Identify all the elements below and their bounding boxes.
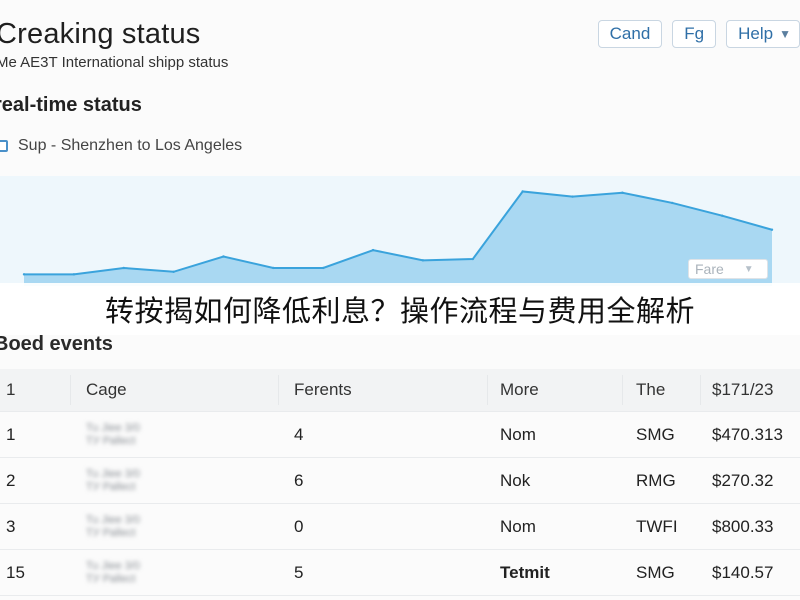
column-header-id[interactable]: 1 [6, 369, 15, 411]
data-point [222, 255, 225, 258]
data-point [322, 266, 325, 270]
row-cage: Tu Jiee 3/0 ТУ Раllect [86, 504, 140, 549]
table-row[interactable]: 2 Tu Jiee 3/0 ТУ Раllect 6 Nok RMG $270.… [0, 458, 800, 504]
column-divider [278, 375, 279, 405]
row-the: RMG [636, 470, 676, 490]
row-id: 2 [6, 470, 16, 490]
help-button[interactable]: Help ▼ [726, 20, 800, 48]
checkbox-icon[interactable] [0, 140, 8, 152]
row-cage: Tu Jiee 3/0 ТУ Раllect [86, 458, 140, 503]
fare-select-label: Fare [695, 261, 724, 277]
cage-line-2: ТУ Раllect [86, 572, 136, 585]
data-point [621, 191, 624, 194]
fare-select[interactable]: Fare ▼ [688, 259, 768, 279]
data-point [671, 201, 674, 205]
column-header-ferents[interactable]: Ferents [294, 369, 352, 411]
column-header-amount[interactable]: $171/23 [712, 369, 773, 411]
events-section-title: Boed events [0, 333, 113, 355]
column-divider [70, 375, 71, 405]
column-header-cage[interactable]: Cage [86, 369, 127, 411]
chevron-down-icon: ▼ [743, 263, 754, 275]
toolbar: Cand Fg Help ▼ [597, 20, 800, 48]
page-subtitle: Me AE3T International shipp status [0, 54, 229, 71]
row-the: SMG [636, 424, 675, 444]
realtime-section-title: real-time status [0, 94, 142, 116]
table-row[interactable]: 3 Tu Jiee 3/0 ТУ Раllect 0 Nom TWFI $800… [0, 504, 800, 550]
data-point [72, 273, 76, 276]
row-cage: Tu Jiee 3/0 ТУ Раllect [86, 412, 140, 457]
area-chart-svg [0, 176, 800, 286]
overlay-banner: 转按揭如何降低利息？操作流程与费用全解析 [0, 283, 800, 335]
row-amount: $470.313 [712, 424, 783, 444]
cage-line-1: Tu Jiee 3/0 [86, 513, 141, 526]
row-amount: $800.33 [712, 516, 774, 536]
events-table: 1 Cage Ferents More The $171/23 1 Tu Jie… [0, 369, 800, 596]
data-point [22, 273, 26, 276]
cand-button[interactable]: Cand [597, 20, 663, 48]
row-ferents: 4 [294, 424, 304, 444]
help-button-label: Help [738, 24, 774, 43]
data-point [521, 190, 524, 193]
tracking-page: Creaking status Me AE3T International sh… [0, 0, 800, 600]
data-point [720, 214, 724, 217]
row-cage: Tu Jiee 3/0 ТУ Раllect [86, 550, 140, 595]
row-the: TWFI [636, 516, 678, 536]
chevron-down-icon: ▼ [779, 27, 791, 41]
row-more: Nom [500, 516, 536, 536]
cand-button-label: Cand [609, 24, 651, 43]
table-row[interactable]: 15 Tu Jiee 3/0 ТУ Раllect 5 Tetmit SMG $… [0, 550, 800, 596]
row-more: Nom [500, 424, 536, 444]
row-ferents: 5 [294, 562, 304, 582]
row-amount: $140.57 [712, 562, 774, 582]
row-id: 1 [6, 424, 16, 444]
row-ferents: 0 [294, 516, 304, 536]
data-point [122, 266, 125, 270]
data-point [770, 228, 774, 231]
row-ferents: 6 [294, 470, 304, 490]
data-point [471, 257, 474, 261]
fg-button[interactable]: Fg [672, 20, 717, 48]
column-header-the[interactable]: The [636, 369, 665, 411]
cage-line-1: Tu Jiee 3/0 [86, 421, 141, 434]
cage-line-2: ТУ Раllect [86, 480, 136, 493]
row-id: 15 [6, 562, 25, 582]
row-more: Tetmit [500, 562, 550, 582]
cage-line-1: Tu Jiee 3/0 [86, 467, 141, 480]
column-divider [487, 375, 488, 405]
column-divider [622, 375, 623, 405]
column-divider [700, 375, 701, 405]
route-label: Sup - Shenzhen to Los Angeles [18, 137, 243, 154]
fg-button-label: Fg [684, 24, 705, 43]
column-header-more[interactable]: More [500, 369, 539, 411]
data-point [371, 248, 375, 252]
data-point [421, 259, 425, 262]
route-filter: Sup - Shenzhen to Los Angeles [0, 137, 242, 155]
data-point [272, 266, 275, 270]
status-chart [0, 176, 800, 286]
cage-line-1: Tu Jiee 3/0 [86, 559, 141, 572]
row-more: Nok [500, 470, 531, 490]
cage-line-2: ТУ Раllect [86, 434, 136, 447]
cage-line-2: ТУ Раllect [86, 526, 136, 539]
table-row[interactable]: 1 Tu Jiee 3/0 ТУ Раllect 4 Nom SMG $470.… [0, 412, 800, 458]
row-amount: $270.32 [712, 470, 774, 490]
data-point [172, 270, 175, 273]
row-id: 3 [6, 516, 16, 536]
row-the: SMG [636, 562, 675, 582]
table-header-row: 1 Cage Ferents More The $171/23 [0, 369, 800, 412]
data-point [571, 195, 574, 198]
page-title: Creaking status [0, 18, 201, 50]
